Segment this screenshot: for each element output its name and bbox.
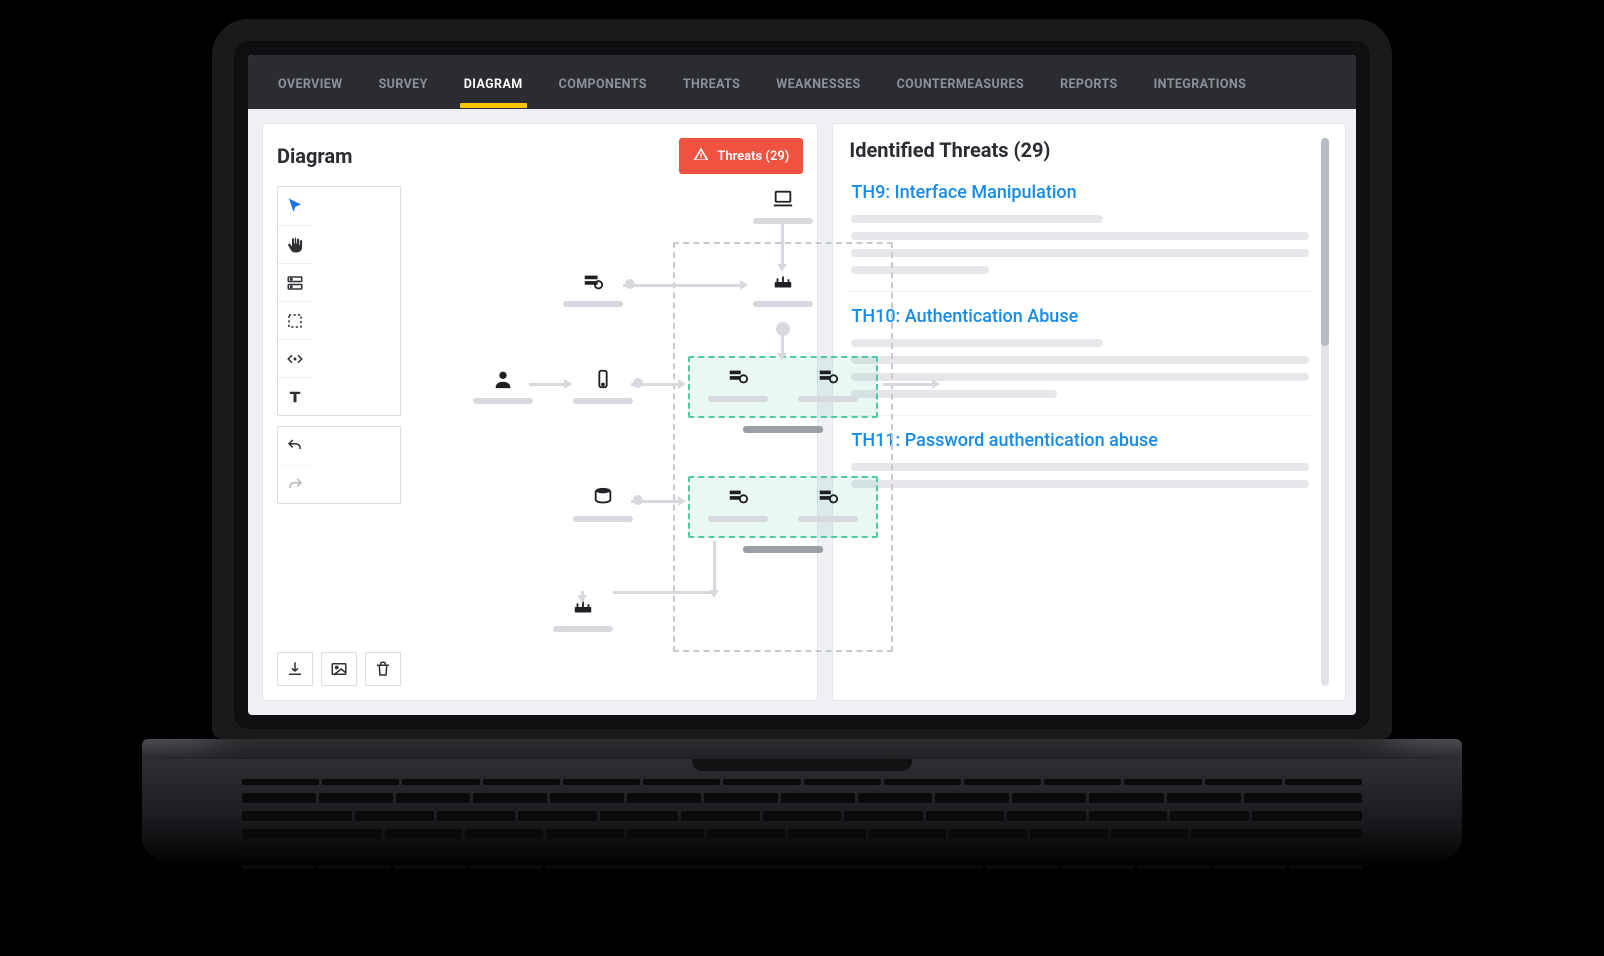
scrollbar-thumb[interactable] [1321, 138, 1329, 346]
arrow [781, 336, 784, 354]
laptop-mockup: OVERVIEW SURVEY DIAGRAM COMPONENTS THREA… [142, 19, 1462, 869]
pointer-tool[interactable] [278, 187, 312, 225]
placeholder-line [851, 463, 1309, 471]
connector-dot [625, 279, 635, 289]
laptop-keyboard [142, 759, 1462, 869]
screen-bezel: OVERVIEW SURVEY DIAGRAM COMPONENTS THREA… [234, 41, 1370, 729]
connector-dot [633, 495, 643, 505]
threat-item[interactable]: TH11: Password authentication abuse [849, 416, 1311, 505]
text-tool[interactable] [278, 377, 312, 415]
placeholder-line [851, 480, 1309, 488]
app-server-node-1[interactable] [708, 366, 768, 402]
router-node-top[interactable] [753, 271, 813, 307]
marquee-tool[interactable] [278, 301, 312, 339]
diagram-panel: Diagram Threats (29) [262, 123, 818, 701]
threat-item[interactable]: TH10: Authentication Abuse [849, 292, 1311, 416]
threats-button-label: Threats (29) [717, 149, 789, 164]
app-server-node-2[interactable] [798, 366, 858, 402]
threat-title: TH11: Password authentication abuse [851, 430, 1309, 451]
arrow [713, 541, 716, 591]
redo-button[interactable] [278, 465, 312, 503]
undo-button[interactable] [278, 427, 312, 465]
laptop-node[interactable] [753, 188, 813, 224]
app-screen: OVERVIEW SURVEY DIAGRAM COMPONENTS THREA… [248, 55, 1356, 715]
tab-integrations[interactable]: INTEGRATIONS [1140, 59, 1261, 106]
arrow [581, 591, 584, 596]
image-button[interactable] [321, 652, 357, 686]
main-body: Diagram Threats (29) [248, 109, 1356, 715]
threats-panel: Identified Threats (29) TH9: Interface M… [832, 123, 1346, 701]
placeholder-line [851, 215, 1103, 223]
threats-panel-title: Identified Threats (29) [849, 138, 1311, 162]
top-nav: OVERVIEW SURVEY DIAGRAM COMPONENTS THREA… [248, 55, 1356, 109]
threat-title: TH10: Authentication Abuse [851, 306, 1309, 327]
placeholder-line [851, 249, 1309, 257]
arrow [781, 220, 784, 265]
warning-icon [693, 146, 709, 166]
placeholder-line [851, 356, 1309, 364]
arrow [883, 383, 933, 386]
delete-button[interactable] [365, 652, 401, 686]
diagram-title: Diagram [277, 144, 352, 168]
threat-item[interactable]: TH9: Interface Manipulation [849, 168, 1311, 292]
tab-overview[interactable]: OVERVIEW [264, 59, 357, 106]
connector-dot [633, 378, 643, 388]
db-tier-label [743, 546, 823, 553]
arrow [623, 284, 741, 287]
tab-components[interactable]: COMPONENTS [545, 59, 661, 106]
arrow [529, 383, 565, 386]
tool-group-history [277, 426, 401, 504]
download-button[interactable] [277, 652, 313, 686]
web-server-node[interactable] [563, 271, 623, 307]
embed-tool[interactable] [278, 339, 312, 377]
app-tier-label [743, 426, 823, 433]
pan-tool[interactable] [278, 225, 312, 263]
user-node[interactable] [473, 368, 533, 404]
db-server-node-1[interactable] [708, 486, 768, 522]
tab-threats[interactable]: THREATS [669, 59, 754, 106]
db-server-node-2[interactable] [798, 486, 858, 522]
scrollbar[interactable] [1321, 138, 1329, 686]
laptop-lid: OVERVIEW SURVEY DIAGRAM COMPONENTS THREA… [212, 19, 1392, 739]
arrow [613, 591, 713, 594]
connector-dot [776, 322, 790, 336]
tab-survey[interactable]: SURVEY [365, 59, 442, 106]
tab-diagram[interactable]: DIAGRAM [450, 59, 537, 106]
editor-area [277, 186, 803, 686]
tool-group-main [277, 186, 401, 416]
tab-countermeasures[interactable]: COUNTERMEASURES [883, 59, 1039, 106]
placeholder-line [851, 232, 1309, 240]
tool-column [277, 186, 401, 686]
placeholder-line [851, 373, 1309, 381]
bottom-actions [277, 652, 401, 686]
threat-title: TH9: Interface Manipulation [851, 182, 1309, 203]
threats-button[interactable]: Threats (29) [679, 138, 803, 174]
database-node[interactable] [573, 486, 633, 522]
diagram-header: Diagram Threats (29) [277, 138, 803, 174]
mobile-node[interactable] [573, 368, 633, 404]
tab-weaknesses[interactable]: WEAKNESSES [762, 59, 874, 106]
tab-reports[interactable]: REPORTS [1046, 59, 1132, 106]
diagram-canvas[interactable] [413, 186, 803, 686]
server-tool[interactable] [278, 263, 312, 301]
laptop-hinge [142, 739, 1462, 759]
